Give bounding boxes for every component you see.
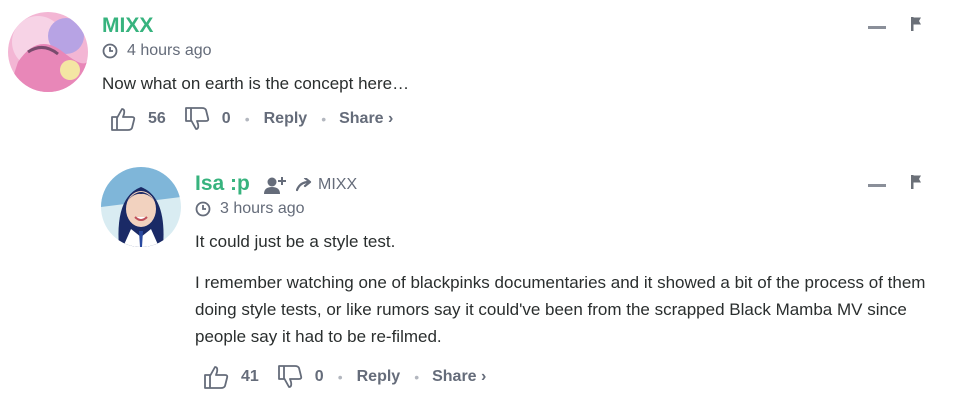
thumbs-down-icon <box>277 365 302 388</box>
comment-body: It could just be a style test. I remembe… <box>195 228 935 350</box>
comment-controls <box>868 174 924 190</box>
comment-actions: 41 0 • Reply • Share › <box>203 365 486 389</box>
reply-to-author[interactable]: MIXX <box>318 176 357 194</box>
reply-arrow-icon <box>296 178 312 192</box>
upvote-count: 41 <box>241 368 259 385</box>
reply-to-indicator: MIXX <box>264 175 357 195</box>
downvote-count: 0 <box>314 368 324 385</box>
timestamp[interactable]: 3 hours ago <box>220 200 305 218</box>
separator-dot: • <box>337 369 343 385</box>
upvote-button[interactable]: 41 <box>203 365 259 389</box>
downvote-button[interactable]: 0 <box>277 365 324 389</box>
flag-icon[interactable] <box>910 174 924 190</box>
reply-comment: Isa :p MIXX 3 hours ago It could just be… <box>0 0 960 389</box>
clock-icon <box>195 201 211 217</box>
separator-dot: • <box>414 369 420 385</box>
share-button[interactable]: Share › <box>432 368 486 386</box>
collapse-icon[interactable] <box>868 183 886 187</box>
thumbs-up-icon <box>204 366 229 389</box>
reply-button[interactable]: Reply <box>357 368 401 386</box>
follow-user-icon[interactable] <box>264 175 288 195</box>
comment-author[interactable]: Isa :p <box>195 172 250 196</box>
comment-meta: 3 hours ago <box>195 200 305 218</box>
comment-paragraph: It could just be a style test. <box>195 232 396 251</box>
avatar[interactable] <box>101 167 181 247</box>
comment-paragraph: I remember watching one of blackpinks do… <box>195 273 926 346</box>
